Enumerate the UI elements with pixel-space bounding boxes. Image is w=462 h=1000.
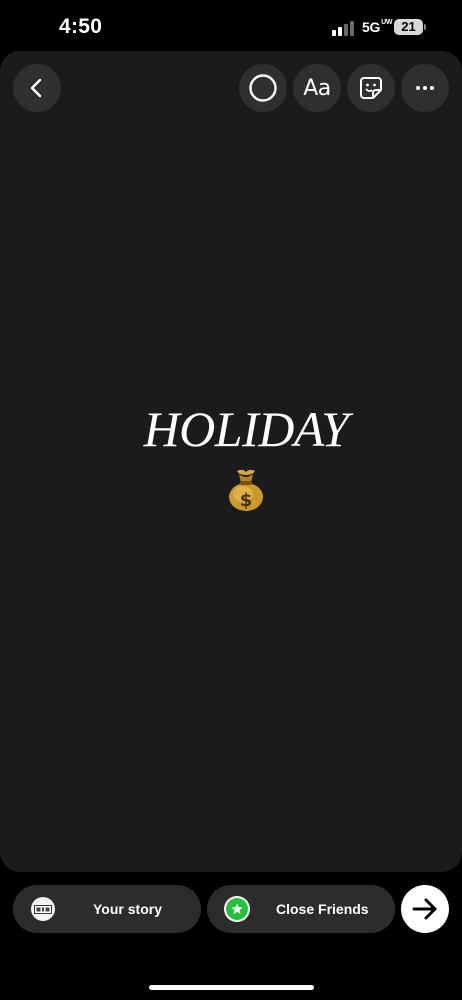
share-next-button[interactable] bbox=[401, 885, 449, 933]
sticker-button[interactable] bbox=[347, 64, 395, 112]
svg-text:$: $ bbox=[240, 490, 253, 511]
close-friends-button[interactable]: Close Friends bbox=[207, 885, 395, 933]
cellular-signal-icon bbox=[332, 20, 356, 36]
arrow-right-icon bbox=[412, 898, 437, 920]
network-subtype: UW bbox=[381, 19, 393, 26]
story-text[interactable]: HOLIDAY bbox=[0, 400, 462, 458]
avatar-image bbox=[34, 904, 52, 914]
sticker-icon bbox=[360, 77, 382, 99]
network-indicator: 5GUW bbox=[362, 19, 392, 35]
home-indicator bbox=[149, 985, 314, 990]
battery-level: 21 bbox=[401, 19, 416, 34]
battery-nub bbox=[424, 24, 426, 30]
close-friends-icon bbox=[224, 896, 250, 922]
close-friends-label: Close Friends bbox=[276, 901, 369, 917]
more-horizontal-icon bbox=[416, 86, 434, 90]
text-tool-label: Aa bbox=[303, 75, 331, 101]
avatar bbox=[31, 897, 55, 921]
star-icon bbox=[231, 903, 243, 914]
status-bar: 4:50 5GUW 21 bbox=[0, 0, 462, 52]
draw-button[interactable] bbox=[239, 64, 287, 112]
your-story-button[interactable]: Your story bbox=[13, 885, 201, 933]
back-button[interactable] bbox=[13, 64, 61, 112]
story-canvas[interactable]: Aa bbox=[0, 51, 462, 872]
your-story-label: Your story bbox=[93, 901, 162, 917]
chevron-left-icon bbox=[30, 78, 42, 98]
money-bag-icon[interactable]: $ bbox=[226, 466, 266, 512]
network-type: 5G bbox=[362, 19, 381, 35]
circle-icon bbox=[249, 74, 277, 102]
text-tool-button[interactable]: Aa bbox=[293, 64, 341, 112]
more-options-button[interactable] bbox=[401, 64, 449, 112]
battery-icon: 21 bbox=[394, 19, 423, 35]
status-time: 4:50 bbox=[59, 15, 103, 38]
